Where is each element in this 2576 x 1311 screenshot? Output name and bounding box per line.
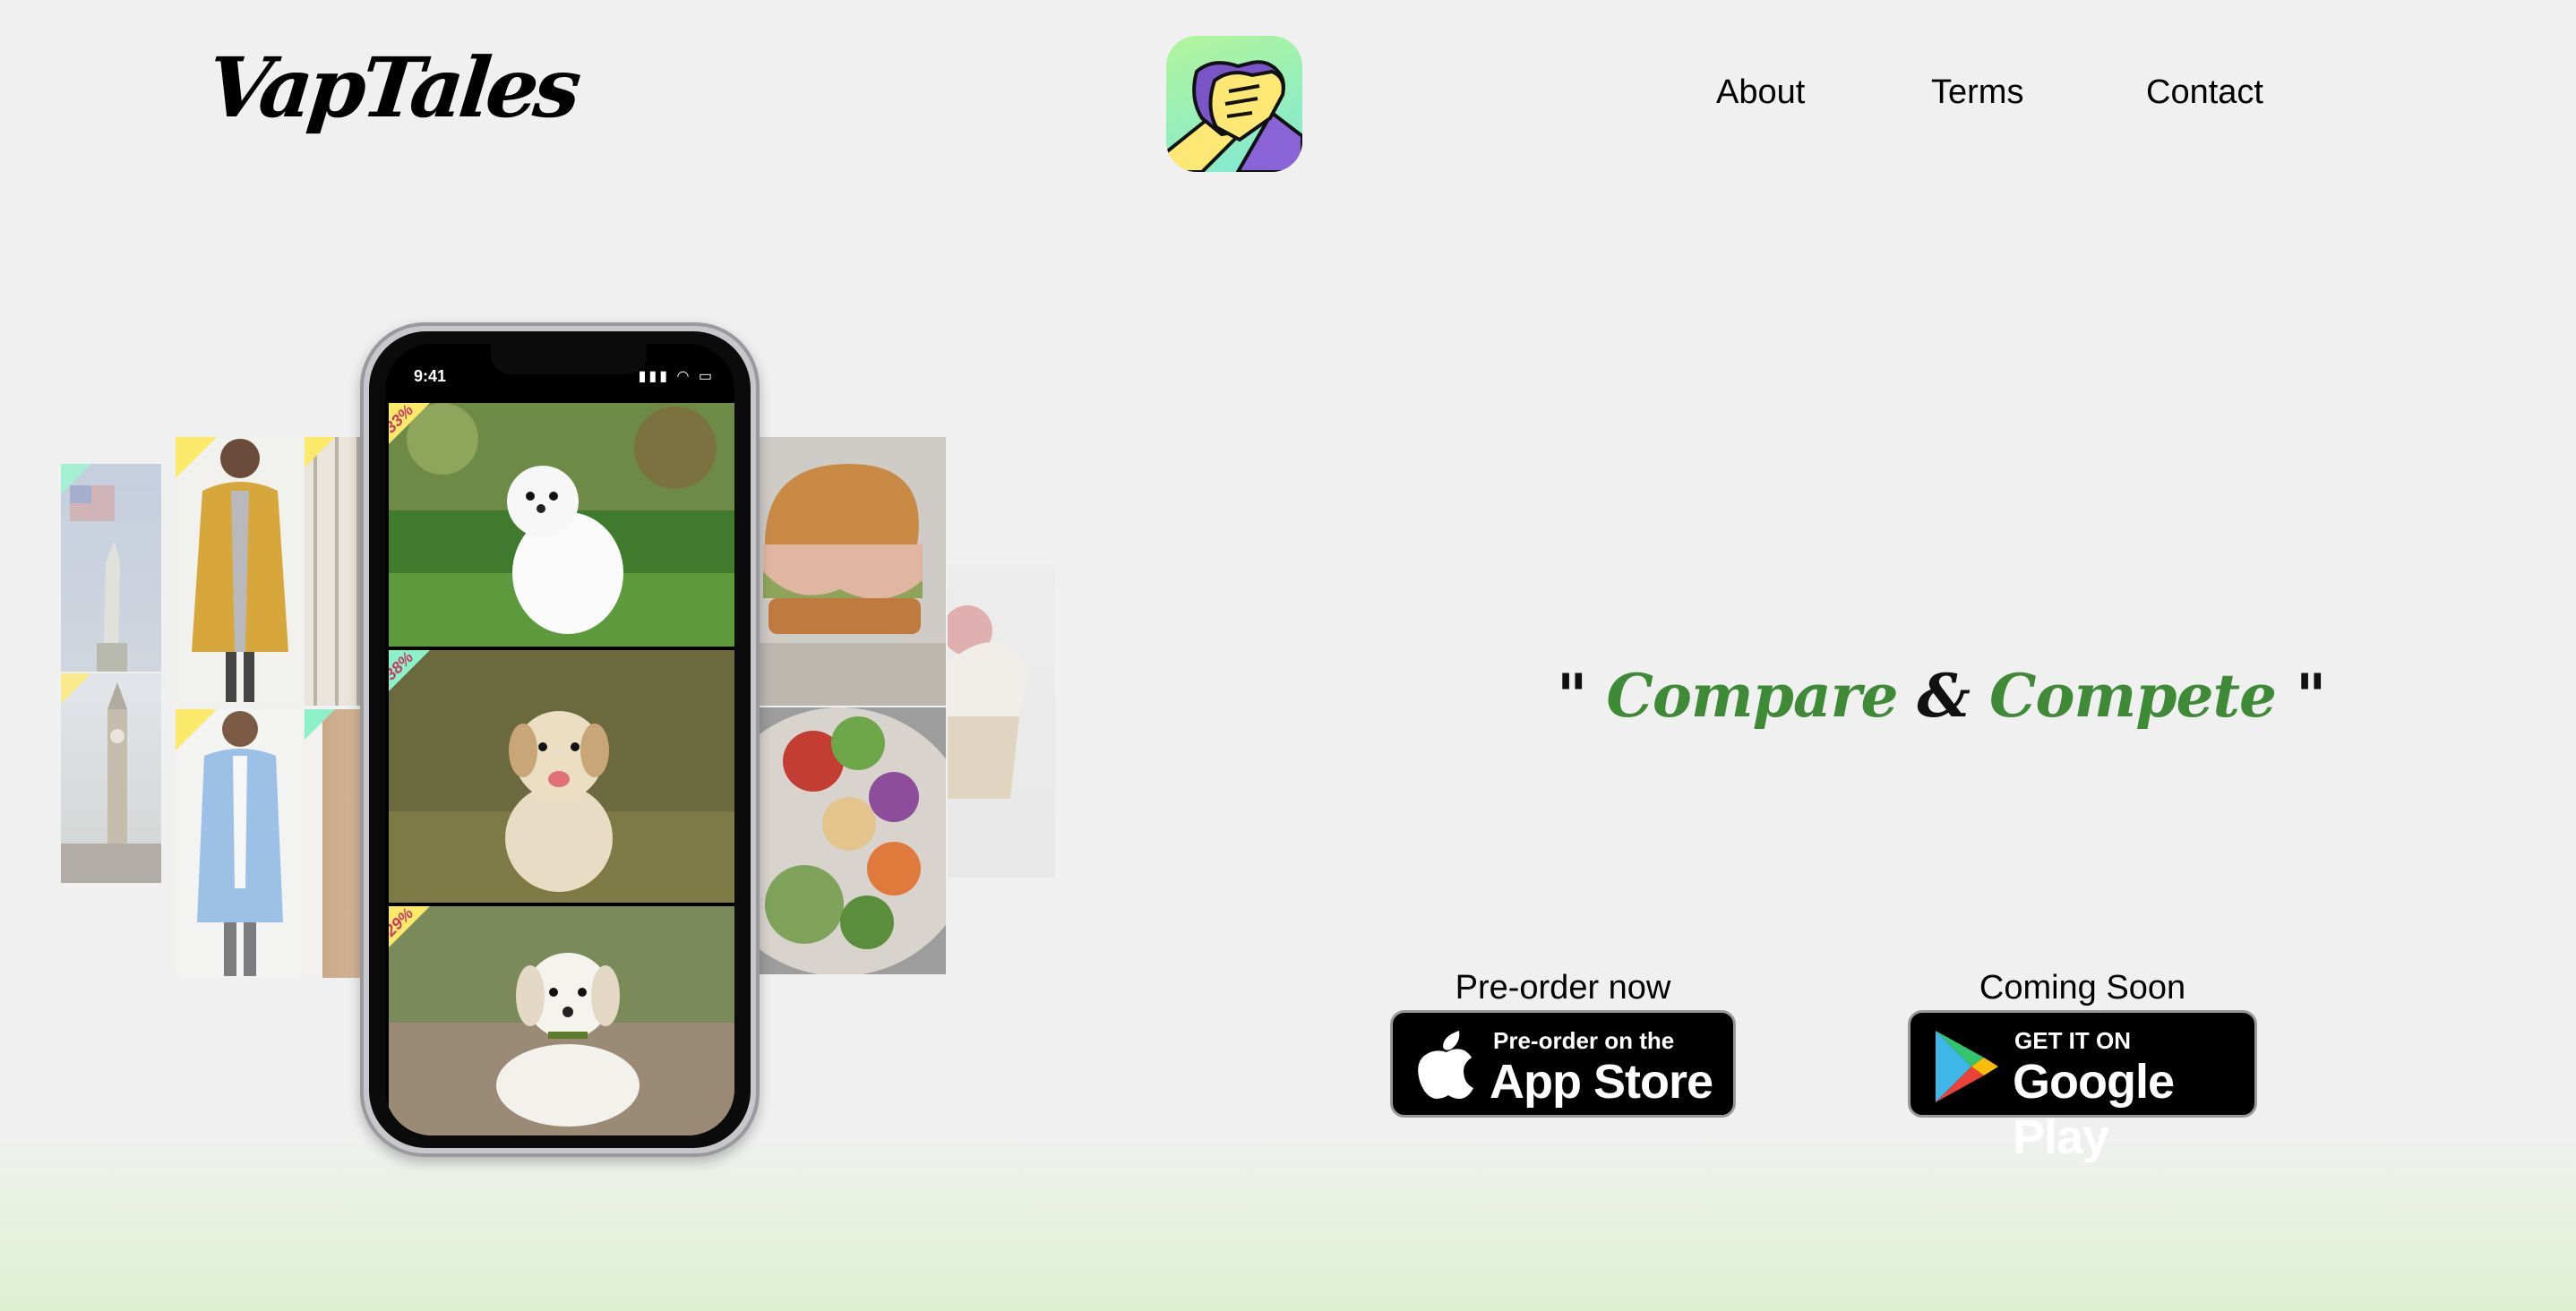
collage-big-ben <box>61 673 161 883</box>
discount-corner <box>305 709 335 740</box>
discount-corner <box>61 464 91 494</box>
salad-bowl-image <box>760 707 946 974</box>
nav-about-link[interactable]: About <box>1716 73 1805 112</box>
hero-slogan: " Compare & Compete " <box>1557 661 2326 731</box>
screen-item-white-lab[interactable]: 29% <box>389 906 734 1135</box>
big-ben-image <box>61 682 161 883</box>
phone-bezel: 9:41 ▮▮▮ ◠ ▭ 33% 38% 29% <box>369 331 751 1148</box>
google-play-small-text: GET IT ON <box>2014 1027 2131 1054</box>
phone-notch <box>491 344 647 374</box>
google-play-button[interactable]: GET IT ON Google Play <box>1908 1010 2257 1164</box>
collage-statue-of-liberty <box>61 464 161 672</box>
pomeranian-puppy-image <box>389 403 734 647</box>
golden-retriever-puppy-image <box>389 650 734 903</box>
screen-item-pomeranian[interactable]: 33% <box>389 403 734 647</box>
discount-corner <box>176 437 217 478</box>
slogan-word-compare: Compare <box>1606 661 1898 731</box>
status-signal-icons: ▮▮▮ ◠ ▭ <box>638 369 715 384</box>
collage-yellow-coat <box>176 437 303 706</box>
collage-salad <box>760 707 946 974</box>
slogan-close-quote: " <box>2296 661 2326 731</box>
discount-corner <box>176 709 217 750</box>
statue-image <box>70 485 127 672</box>
burger-image <box>760 437 946 706</box>
footer-gradient-band <box>0 1137 2576 1311</box>
app-icon-handshake <box>1166 36 1302 172</box>
handshake-icon <box>1166 60 1302 172</box>
screen-item-golden-retriever[interactable]: 38% <box>389 650 734 903</box>
collage-plaid-coat <box>305 437 362 706</box>
preorder-label: Pre-order now <box>1455 969 1671 1007</box>
collage-cupcake <box>948 564 1055 878</box>
white-lab-puppy-image <box>389 906 734 1135</box>
collage-beige-coat <box>305 709 362 978</box>
status-time: 9:41 <box>414 367 447 385</box>
phone-screen: 9:41 ▮▮▮ ◠ ▭ 33% 38% 29% <box>385 344 734 1135</box>
coming-soon-label: Coming Soon <box>1979 969 2186 1007</box>
slogan-word-compete: Compete <box>1989 661 2277 731</box>
app-store-small-text: Pre-order on the <box>1493 1027 1675 1054</box>
apple-icon <box>1418 1031 1473 1099</box>
discount-corner <box>61 673 91 704</box>
app-store-big-text: App Store <box>1490 1055 1713 1109</box>
collage-blue-coat <box>176 709 303 978</box>
cupcake-image <box>948 605 1028 799</box>
slogan-open-quote: " <box>1557 661 1587 731</box>
phone-mockup: 9:41 ▮▮▮ ◠ ▭ 33% 38% 29% <box>360 322 760 1157</box>
google-play-icon <box>1936 1031 1998 1102</box>
collage-burger <box>760 437 946 706</box>
nav-terms-link[interactable]: Terms <box>1931 73 2023 112</box>
app-store-button[interactable]: Pre-order on the App Store <box>1390 1010 1736 1118</box>
slogan-ampersand: & <box>1917 661 1971 731</box>
brand-logo[interactable]: VapTales <box>202 39 581 136</box>
discount-corner <box>305 437 335 467</box>
nav-contact-link[interactable]: Contact <box>2146 73 2263 112</box>
